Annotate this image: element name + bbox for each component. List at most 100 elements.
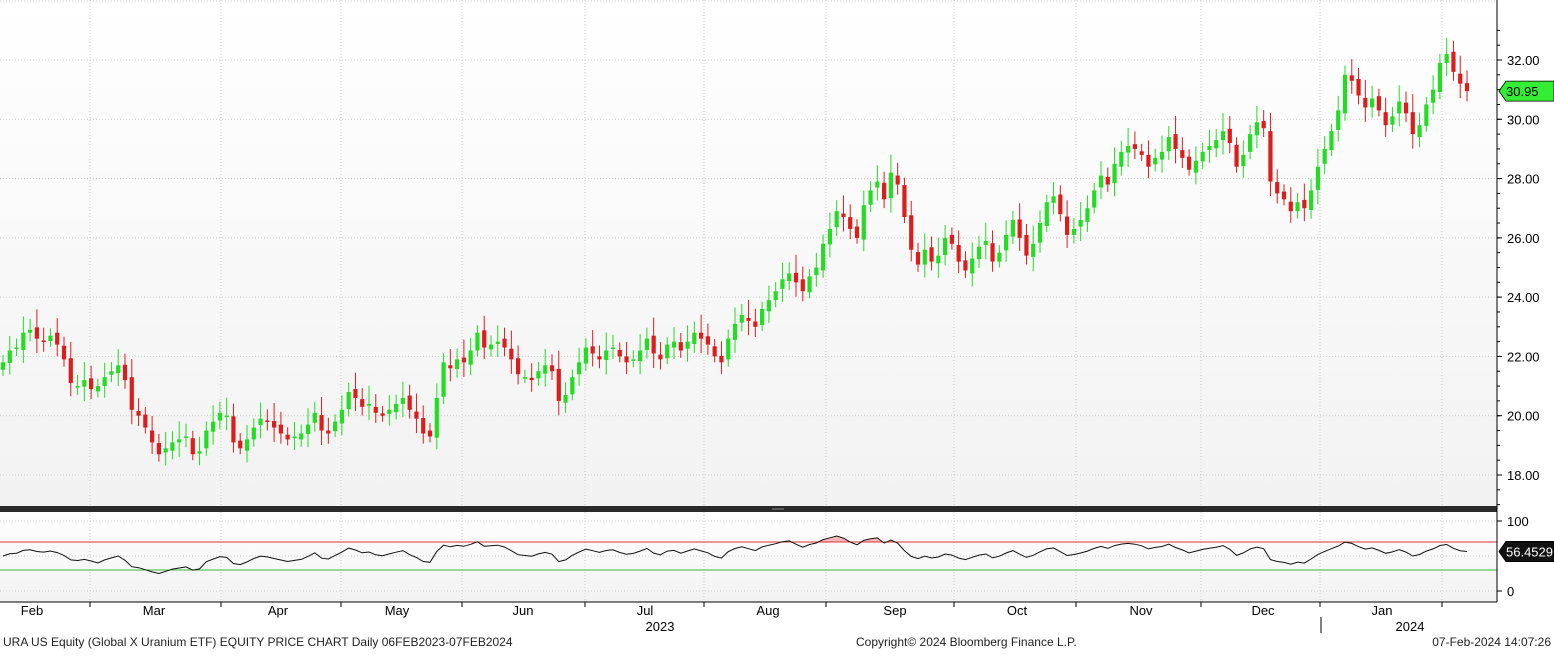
candle-body-126 <box>855 227 859 238</box>
candle-body-125 <box>848 217 852 229</box>
candle-body-195 <box>1323 149 1327 164</box>
candle-body-8 <box>55 333 59 345</box>
candle-body-24 <box>164 448 168 452</box>
candle-body-11 <box>75 386 79 388</box>
rsi-last-value-label: 56.4529 <box>1506 544 1553 559</box>
candle-body-88 <box>597 356 601 359</box>
candle-body-92 <box>624 356 628 362</box>
candle-body-62 <box>421 418 425 433</box>
candle-body-209 <box>1417 125 1421 137</box>
candle-body-19 <box>130 377 134 410</box>
candle-body-154 <box>1045 202 1049 226</box>
candle-body-95 <box>645 339 649 350</box>
candle-body-79 <box>536 371 540 378</box>
candle-body-139 <box>943 238 947 255</box>
candle-body-66 <box>448 365 452 368</box>
candle-body-183 <box>1241 155 1245 166</box>
month-label-jul: Jul <box>637 603 654 618</box>
candle-body-18 <box>123 365 127 380</box>
candle-body-41 <box>279 425 283 434</box>
chart-svg: 18.0020.0022.0024.0026.0028.0030.0032.00… <box>0 0 1554 652</box>
candle-body-204 <box>1384 112 1388 125</box>
candle-body-84 <box>570 377 574 394</box>
candle-body-21 <box>143 415 147 428</box>
candle-body-1 <box>8 351 12 363</box>
candle-body-153 <box>1038 223 1042 243</box>
candle-body-141 <box>957 245 961 262</box>
candle-body-20 <box>136 411 140 416</box>
candle-body-189 <box>1282 192 1286 200</box>
candle-body-127 <box>862 205 866 239</box>
candle-body-142 <box>963 260 967 270</box>
candle-body-37 <box>252 428 256 440</box>
candle-body-107 <box>726 339 730 360</box>
candle-body-174 <box>1180 150 1184 158</box>
candle-body-119 <box>807 276 811 292</box>
candle-body-130 <box>882 183 886 200</box>
candle-body-44 <box>299 434 303 440</box>
rsi-ytick-label-1: 0 <box>1507 584 1514 599</box>
candle-body-30 <box>204 431 208 449</box>
candle-body-58 <box>394 404 398 412</box>
month-label-sep: Sep <box>883 603 906 618</box>
price-chart: 18.0020.0022.0024.0026.0028.0030.0032.00… <box>0 0 1554 652</box>
candle-body-109 <box>740 315 744 323</box>
candle-body-158 <box>1072 229 1076 235</box>
candle-body-82 <box>557 369 561 401</box>
candle-body-115 <box>780 279 784 288</box>
candle-body-202 <box>1370 99 1374 108</box>
candle-body-65 <box>441 362 445 396</box>
candle-body-150 <box>1018 219 1022 237</box>
month-label-nov: Nov <box>1129 603 1153 618</box>
last-price-label: 30.95 <box>1506 84 1539 99</box>
candle-body-155 <box>1051 196 1055 203</box>
candle-body-117 <box>794 273 798 282</box>
candle-body-193 <box>1309 190 1313 210</box>
candle-body-105 <box>713 346 717 356</box>
candle-body-178 <box>1207 146 1211 150</box>
candle-body-59 <box>401 398 405 404</box>
price-ytick-label-2: 22.00 <box>1507 349 1540 364</box>
candle-body-16 <box>109 371 113 375</box>
candle-body-67 <box>455 359 459 368</box>
candle-body-177 <box>1201 152 1205 161</box>
price-ytick-label-3: 24.00 <box>1507 290 1540 305</box>
price-ytick-label-6: 30.00 <box>1507 112 1540 127</box>
candle-body-108 <box>733 324 737 340</box>
candle-body-112 <box>760 309 764 325</box>
candle-body-136 <box>923 250 927 265</box>
candle-body-3 <box>21 333 25 350</box>
candle-body-72 <box>489 345 493 350</box>
candle-body-169 <box>1146 155 1150 167</box>
candle-body-181 <box>1228 129 1232 143</box>
candle-body-51 <box>347 392 351 409</box>
candle-body-190 <box>1289 202 1293 211</box>
candle-body-26 <box>177 439 181 442</box>
candle-body-102 <box>692 333 696 344</box>
candle-body-55 <box>374 407 378 413</box>
candle-body-156 <box>1058 195 1062 215</box>
candle-body-131 <box>889 173 893 198</box>
candle-body-78 <box>530 378 534 380</box>
candle-body-123 <box>835 211 839 227</box>
candle-body-77 <box>523 377 527 379</box>
candle-body-39 <box>265 420 269 422</box>
candle-body-0 <box>1 362 5 369</box>
candle-body-205 <box>1390 116 1394 124</box>
candle-body-159 <box>1079 220 1083 227</box>
candle-body-6 <box>42 340 46 342</box>
candle-body-48 <box>326 431 330 434</box>
candle-body-53 <box>360 399 364 407</box>
candle-body-168 <box>1140 151 1144 155</box>
candle-body-52 <box>353 389 357 398</box>
price-panel-background <box>0 0 1497 506</box>
candle-body-210 <box>1424 104 1428 125</box>
candle-body-40 <box>272 421 276 428</box>
candle-body-149 <box>1011 220 1015 237</box>
candle-body-173 <box>1173 134 1177 149</box>
candle-body-101 <box>685 342 689 349</box>
candle-body-43 <box>292 436 296 438</box>
candle-body-111 <box>753 321 757 326</box>
price-ytick-label-5: 28.00 <box>1507 172 1540 187</box>
candle-body-167 <box>1133 144 1137 149</box>
